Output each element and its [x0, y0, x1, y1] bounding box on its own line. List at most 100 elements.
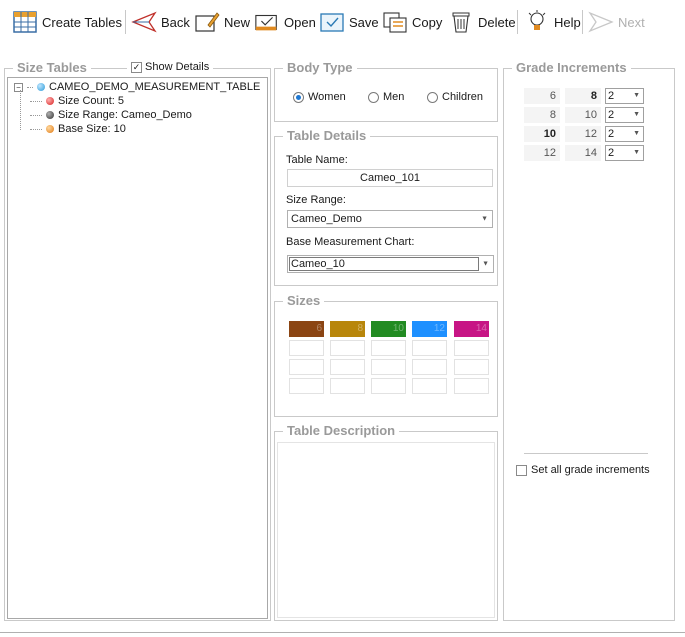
back-label: Back [161, 14, 190, 30]
back-arrow-icon [131, 10, 157, 34]
base-chart-select[interactable]: Cameo_10 ▼ [287, 255, 494, 273]
size-cell[interactable] [454, 378, 489, 394]
next-arrow-icon [588, 10, 614, 34]
size-cell[interactable] [412, 359, 447, 375]
node-red-icon [46, 97, 54, 105]
grade-increment-select[interactable]: 2 ▼ [605, 145, 644, 161]
help-button[interactable]: Help [524, 8, 581, 36]
size-tables-title: Size Tables [13, 60, 91, 75]
next-label: Next [618, 14, 645, 30]
size-tables-tree: − CAMEO_DEMO_MEASUREMENT_TABLE Size Coun… [7, 77, 268, 619]
size-cell[interactable] [371, 359, 406, 375]
delete-label: Delete [478, 14, 516, 30]
size-cell[interactable] [289, 378, 324, 394]
size-cell[interactable] [454, 359, 489, 375]
tree-item[interactable]: Size Range: Cameo_Demo [30, 109, 192, 121]
next-button[interactable]: Next [588, 8, 645, 36]
radio-children-indicator [427, 91, 438, 103]
grade-to-cell: 12 [565, 126, 601, 142]
grade-from-cell: 6 [524, 88, 560, 104]
grade-increments-title: Grade Increments [512, 60, 631, 75]
size-swatch-10[interactable]: 10 [371, 321, 406, 337]
size-cell[interactable] [371, 340, 406, 356]
tree-size-count: Size Count: 5 [58, 95, 125, 107]
grade-increment-select[interactable]: 2 ▼ [605, 126, 644, 142]
size-swatch-8[interactable]: 8 [330, 321, 365, 337]
save-icon [319, 10, 345, 34]
base-chart-value: Cameo_10 [291, 258, 345, 270]
table-name-value: Cameo_101 [360, 172, 420, 184]
copy-label: Copy [412, 14, 443, 30]
size-cell[interactable] [412, 340, 447, 356]
show-details-label: Show Details [145, 61, 210, 73]
set-all-label: Set all grade increments [531, 464, 650, 476]
size-swatch-12[interactable]: 12 [412, 321, 447, 337]
body-type-group: Body Type Women Men Children [274, 60, 498, 122]
body-type-title: Body Type [283, 60, 357, 75]
grade-increment-select[interactable]: 2 ▼ [605, 107, 644, 123]
grade-from-cell: 8 [524, 107, 560, 123]
size-cell[interactable] [330, 340, 365, 356]
base-chart-label: Base Measurement Chart: [286, 236, 415, 248]
back-button[interactable]: Back [131, 8, 190, 36]
dropdown-arrow-icon: ▼ [482, 260, 489, 268]
show-details-checkbox[interactable]: ✓ Show Details [127, 61, 214, 73]
grade-from-cell: 12 [524, 145, 560, 161]
open-label: Open [284, 14, 316, 30]
radio-women[interactable]: Women [293, 91, 346, 103]
size-cell[interactable] [289, 359, 324, 375]
tree-root-node[interactable]: − CAMEO_DEMO_MEASUREMENT_TABLE [14, 81, 260, 93]
open-button[interactable]: Open [254, 8, 316, 36]
toolbar-separator [125, 10, 126, 34]
radio-women-indicator [293, 91, 304, 103]
collapse-icon[interactable]: − [14, 82, 23, 92]
tree-item[interactable]: Base Size: 10 [30, 123, 126, 135]
dropdown-arrow-icon: ▼ [633, 111, 640, 118]
size-range-select[interactable]: Cameo_Demo ▼ [287, 210, 493, 228]
save-button[interactable]: Save [319, 8, 379, 36]
tree-root-label: CAMEO_DEMO_MEASUREMENT_TABLE [49, 81, 261, 93]
size-range-label: Size Range: [286, 194, 346, 206]
table-description-textarea[interactable] [277, 442, 495, 618]
bottom-border [0, 632, 685, 633]
radio-men-indicator [368, 91, 379, 103]
grade-to-cell: 8 [565, 88, 601, 104]
tree-item[interactable]: Size Count: 5 [30, 95, 124, 107]
table-description-title: Table Description [283, 423, 400, 438]
size-cell[interactable] [289, 340, 324, 356]
size-cell[interactable] [454, 340, 489, 356]
size-cell[interactable] [371, 378, 406, 394]
grade-increment-select[interactable]: 2 ▼ [605, 88, 644, 104]
new-button[interactable]: New [194, 8, 250, 36]
radio-men[interactable]: Men [368, 91, 404, 103]
divider [524, 453, 648, 454]
sizes-group: Sizes 6 8 10 12 14 [274, 293, 498, 417]
lightbulb-icon [524, 10, 550, 34]
table-name-label: Table Name: [286, 154, 348, 166]
radio-men-label: Men [383, 91, 405, 103]
size-cell[interactable] [412, 378, 447, 394]
toolbar: Create Tables Back New Open Save Copy De… [0, 0, 685, 44]
trash-icon [448, 10, 474, 34]
delete-button[interactable]: Delete [448, 8, 516, 36]
set-all-grade-increments-checkbox[interactable]: Set all grade increments [516, 464, 650, 476]
radio-children-label: Children [442, 91, 483, 103]
sizes-title: Sizes [283, 293, 325, 308]
node-dark-icon [46, 111, 54, 119]
table-details-title: Table Details [283, 128, 371, 143]
size-range-value: Cameo_Demo [291, 213, 362, 225]
size-swatch-6[interactable]: 6 [289, 321, 324, 337]
copy-button[interactable]: Copy [382, 8, 442, 36]
dropdown-arrow-icon: ▼ [481, 215, 488, 223]
table-name-input[interactable]: Cameo_101 [287, 169, 493, 187]
create-tables-label: Create Tables [42, 14, 122, 30]
dropdown-arrow-icon: ▼ [633, 149, 640, 156]
create-tables-button[interactable]: Create Tables [12, 8, 122, 36]
size-swatch-14[interactable]: 14 [454, 321, 489, 337]
grade-to-cell: 14 [565, 145, 601, 161]
grade-from-cell: 10 [524, 126, 560, 142]
radio-children[interactable]: Children [427, 91, 483, 103]
size-cell[interactable] [330, 378, 365, 394]
node-orange-icon [46, 125, 54, 133]
size-cell[interactable] [330, 359, 365, 375]
